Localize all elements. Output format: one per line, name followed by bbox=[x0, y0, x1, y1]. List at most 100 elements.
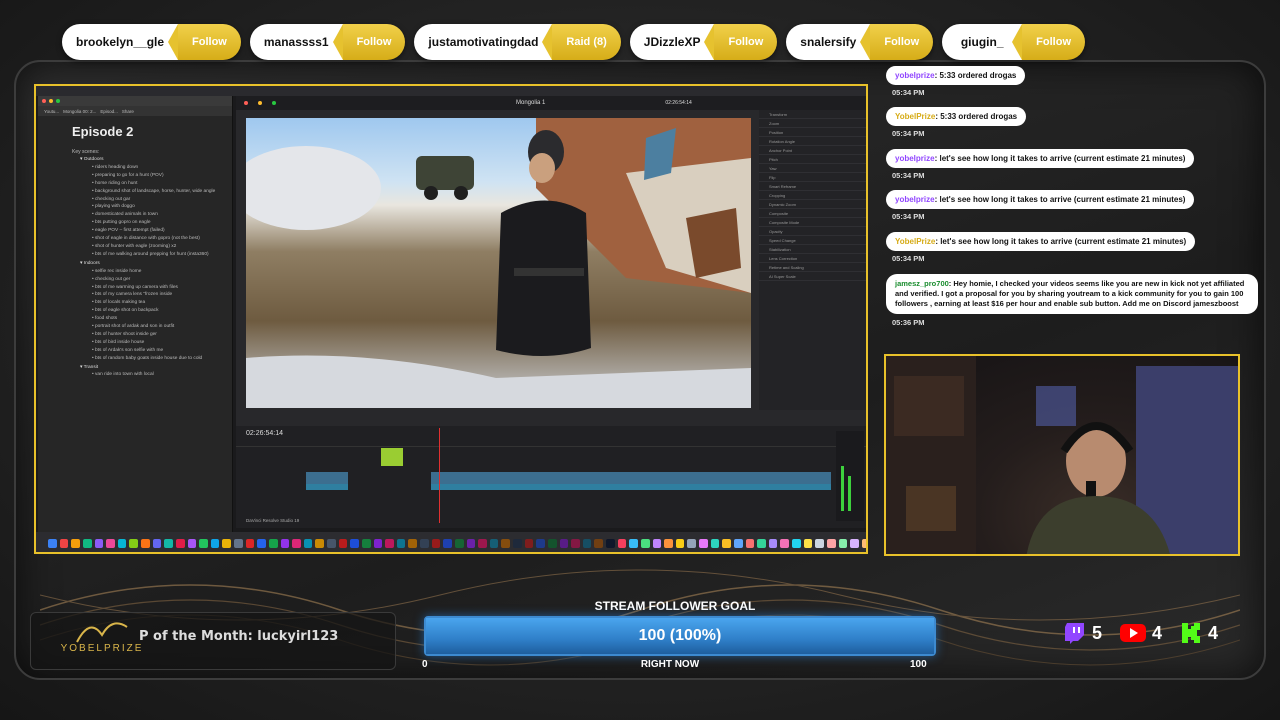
inspector-row[interactable]: Composite Mode bbox=[759, 218, 866, 227]
dock-app-icon[interactable] bbox=[373, 538, 383, 548]
dock-app-icon[interactable] bbox=[361, 538, 371, 548]
dock-app-icon[interactable] bbox=[71, 538, 80, 548]
dock-app-icon[interactable] bbox=[268, 538, 278, 548]
dock-app-icon[interactable] bbox=[129, 538, 138, 548]
dock-app-icon[interactable] bbox=[478, 538, 487, 548]
dock-app-icon[interactable] bbox=[210, 538, 220, 548]
share-button[interactable]: Share bbox=[122, 109, 134, 114]
dock-app-icon[interactable] bbox=[489, 538, 499, 548]
dock-app-icon[interactable] bbox=[257, 538, 266, 548]
inspector-row[interactable]: Retime and Scaling bbox=[759, 263, 866, 272]
notes-tab[interactable]: Youtu... bbox=[44, 109, 59, 114]
dock-app-icon[interactable] bbox=[768, 538, 778, 548]
dock-app-icon[interactable] bbox=[385, 538, 394, 548]
dock-app-icon[interactable] bbox=[699, 538, 708, 548]
dock-app-icon[interactable] bbox=[524, 538, 534, 548]
dock-app-icon[interactable] bbox=[826, 538, 836, 548]
dock-app-icon[interactable] bbox=[350, 538, 359, 548]
inspector-row[interactable]: Anchor Point bbox=[759, 146, 866, 155]
dock-app-icon[interactable] bbox=[780, 538, 789, 548]
dock-app-icon[interactable] bbox=[861, 538, 866, 548]
dock-app-icon[interactable] bbox=[606, 538, 615, 548]
dock-app-icon[interactable] bbox=[838, 538, 848, 548]
dock-app-icon[interactable] bbox=[850, 538, 859, 548]
dock-app-icon[interactable] bbox=[722, 538, 731, 548]
inspector-row[interactable]: AI Super Scale bbox=[759, 272, 866, 281]
dock-app-icon[interactable] bbox=[59, 538, 69, 548]
dock-app-icon[interactable] bbox=[652, 538, 662, 548]
inspector-row[interactable]: Dynamic Zoom bbox=[759, 200, 866, 209]
dock-app-icon[interactable] bbox=[292, 538, 301, 548]
dock-app-icon[interactable] bbox=[443, 538, 452, 548]
dock-app-icon[interactable] bbox=[327, 538, 336, 548]
maximize-icon[interactable] bbox=[56, 99, 60, 103]
dock-app-icon[interactable] bbox=[687, 538, 696, 548]
dock-app-icon[interactable] bbox=[408, 538, 417, 548]
dock-app-icon[interactable] bbox=[420, 538, 429, 548]
dock-app-icon[interactable] bbox=[664, 538, 673, 548]
dock-app-icon[interactable] bbox=[396, 538, 406, 548]
dock-app-icon[interactable] bbox=[82, 538, 92, 548]
inspector-row[interactable]: Stabilization bbox=[759, 245, 866, 254]
inspector-row[interactable]: Cropping bbox=[759, 191, 866, 200]
dock-app-icon[interactable] bbox=[303, 538, 313, 548]
inspector-row[interactable]: Pitch bbox=[759, 155, 866, 164]
inspector-row[interactable]: Flip bbox=[759, 173, 866, 182]
dock-app-icon[interactable] bbox=[222, 538, 231, 548]
dock-app-icon[interactable] bbox=[234, 538, 243, 548]
dock-app-icon[interactable] bbox=[466, 538, 476, 548]
dock-app-icon[interactable] bbox=[280, 538, 290, 548]
inspector-row[interactable]: Composite bbox=[759, 209, 866, 218]
dock-app-icon[interactable] bbox=[501, 538, 510, 548]
dock-app-icon[interactable] bbox=[106, 538, 115, 548]
dock-app-icon[interactable] bbox=[187, 538, 197, 548]
dock-app-icon[interactable] bbox=[513, 538, 522, 548]
dock-app-icon[interactable] bbox=[117, 538, 127, 548]
notes-tab[interactable]: Episod... bbox=[100, 109, 118, 114]
close-icon[interactable] bbox=[42, 99, 46, 103]
dock-app-icon[interactable] bbox=[733, 538, 743, 548]
dock-app-icon[interactable] bbox=[338, 538, 348, 548]
dock-app-icon[interactable] bbox=[757, 538, 766, 548]
video-viewer[interactable] bbox=[246, 118, 751, 408]
dock-app-icon[interactable] bbox=[792, 538, 801, 548]
dock-app-icon[interactable] bbox=[164, 538, 173, 548]
dock-app-icon[interactable] bbox=[175, 538, 185, 548]
dock-app-icon[interactable] bbox=[152, 538, 162, 548]
inspector-row[interactable]: Position bbox=[759, 128, 866, 137]
inspector-row[interactable]: Rotation Angle bbox=[759, 137, 866, 146]
dock-app-icon[interactable] bbox=[315, 538, 324, 548]
inspector-row[interactable]: Zoom bbox=[759, 119, 866, 128]
dock-app-icon[interactable] bbox=[675, 538, 685, 548]
inspector-row[interactable]: Opacity bbox=[759, 227, 866, 236]
dock-app-icon[interactable] bbox=[536, 538, 545, 548]
dock-app-icon[interactable] bbox=[815, 538, 824, 548]
dock-app-icon[interactable] bbox=[559, 538, 569, 548]
dock-app-icon[interactable] bbox=[629, 538, 638, 548]
dock-app-icon[interactable] bbox=[454, 538, 464, 548]
dock-app-icon[interactable] bbox=[48, 538, 57, 548]
dock-app-icon[interactable] bbox=[594, 538, 603, 548]
minimize-icon[interactable] bbox=[258, 101, 262, 105]
timeline[interactable]: 02:26:54:14 DaVinci Resolve Studio 19 bbox=[236, 426, 866, 528]
notes-tab[interactable]: Mongolia 00: 2... bbox=[63, 109, 96, 114]
inspector-row[interactable]: Smart Reframe bbox=[759, 182, 866, 191]
dock-app-icon[interactable] bbox=[141, 538, 150, 548]
inspector-row[interactable]: Yaw bbox=[759, 164, 866, 173]
dock-app-icon[interactable] bbox=[803, 538, 813, 548]
dock-app-icon[interactable] bbox=[94, 538, 104, 548]
dock-app-icon[interactable] bbox=[617, 538, 627, 548]
dock-app-icon[interactable] bbox=[245, 538, 255, 548]
inspector-row[interactable]: Transform bbox=[759, 110, 866, 119]
close-icon[interactable] bbox=[244, 101, 248, 105]
inspector-row[interactable]: Speed Change bbox=[759, 236, 866, 245]
dock-app-icon[interactable] bbox=[710, 538, 720, 548]
maximize-icon[interactable] bbox=[272, 101, 276, 105]
inspector-row[interactable]: Lens Correction bbox=[759, 254, 866, 263]
dock-app-icon[interactable] bbox=[431, 538, 441, 548]
dock-app-icon[interactable] bbox=[582, 538, 592, 548]
dock-app-icon[interactable] bbox=[640, 538, 650, 548]
dock-app-icon[interactable] bbox=[199, 538, 208, 548]
minimize-icon[interactable] bbox=[49, 99, 53, 103]
dock-app-icon[interactable] bbox=[571, 538, 580, 548]
